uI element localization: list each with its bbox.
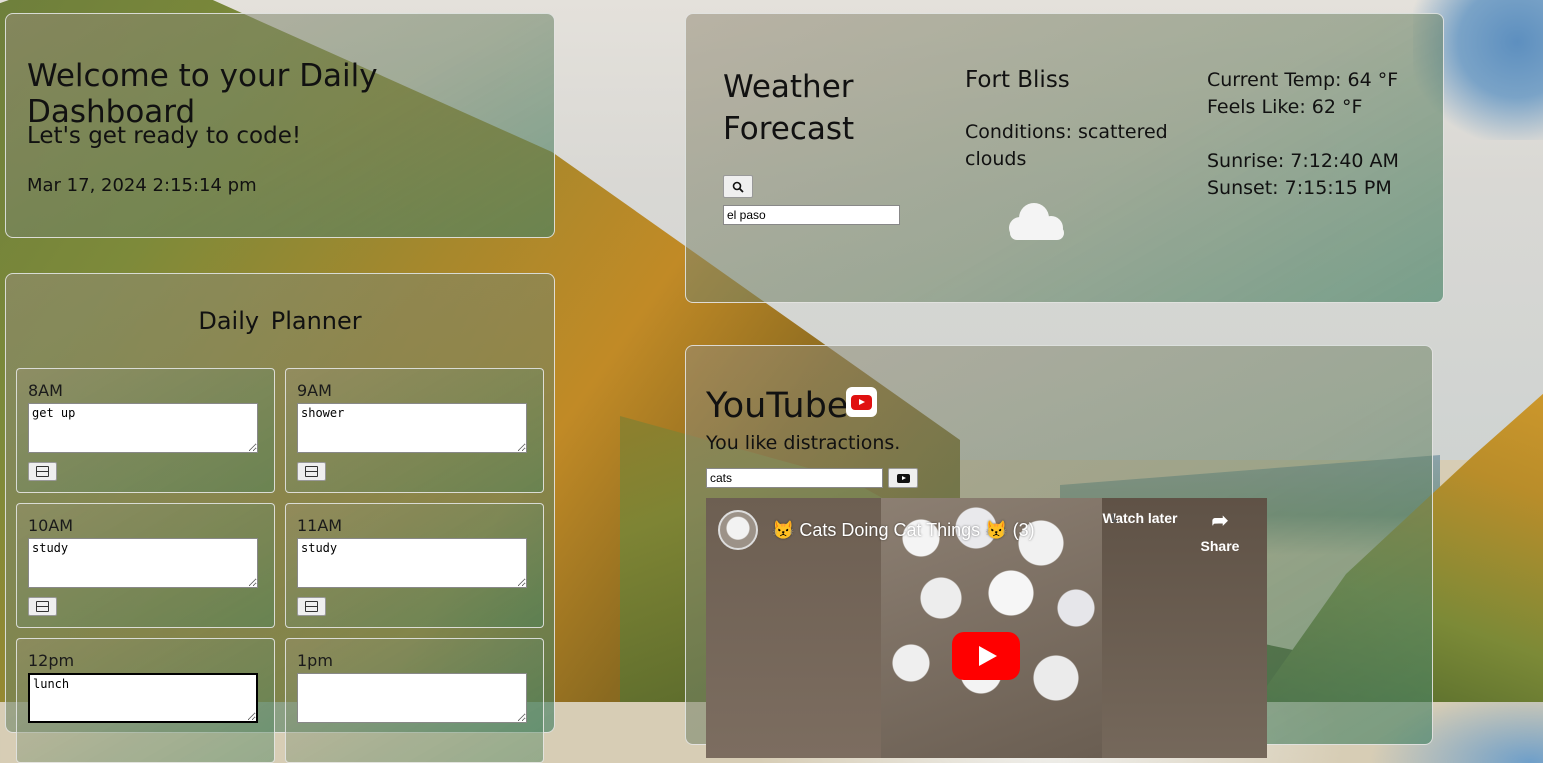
weather-panel: Weather Forecast Fort Bliss Conditions: …: [685, 13, 1444, 303]
save-button[interactable]: [28, 462, 57, 481]
youtube-play-icon: [896, 473, 910, 483]
slot-textarea[interactable]: lunch: [28, 673, 258, 723]
watch-later-button[interactable]: Watch later: [1100, 510, 1180, 526]
save-icon: [36, 466, 49, 477]
video-title[interactable]: 😾 Cats Doing Cat Things 😾 (3): [772, 520, 1035, 541]
slot-label: 11AM: [297, 516, 343, 535]
planner-slot-9am: 9AM shower: [285, 368, 544, 493]
youtube-title: YouTube: [706, 386, 849, 426]
slot-label: 8AM: [28, 381, 63, 400]
planner-slot-8am: 8AM get up: [16, 368, 275, 493]
feels-like: Feels Like: 62 °F: [1207, 96, 1363, 118]
slot-label: 1pm: [297, 651, 333, 670]
welcome-title: Welcome to your Daily Dashboard: [27, 58, 378, 130]
slot-label: 9AM: [297, 381, 332, 400]
weather-stats: Current Temp: 64 °F Feels Like: 62 °F Su…: [1207, 67, 1399, 202]
share-label: Share: [1200, 538, 1240, 554]
save-button[interactable]: [297, 597, 326, 616]
channel-avatar[interactable]: [718, 510, 758, 550]
daily-planner-panel: Daily Planner 8AM get up 9AM shower 10AM…: [5, 273, 555, 763]
weather-search-button[interactable]: [723, 175, 753, 198]
save-icon: [36, 601, 49, 612]
save-button[interactable]: [297, 462, 326, 481]
save-icon: [305, 601, 318, 612]
weather-title: Weather Forecast: [723, 69, 855, 147]
planner-slot-12pm: 12pm lunch: [16, 638, 275, 763]
share-button[interactable]: ➦ Share: [1180, 510, 1260, 554]
slot-label: 12pm: [28, 651, 75, 670]
weather-city: Fort Bliss: [965, 67, 1070, 93]
welcome-panel: Welcome to your Daily Dashboard Let's ge…: [5, 13, 555, 238]
video-player[interactable]: 😾 Cats Doing Cat Things 😾 (3) Watch late…: [706, 498, 1267, 758]
youtube-panel: YouTube You like distractions. 😾 Cats Do…: [685, 345, 1433, 758]
cloud-icon: [1009, 203, 1064, 240]
city-input[interactable]: [723, 205, 900, 225]
slot-textarea[interactable]: study: [297, 538, 527, 588]
planner-title: Daily Planner: [198, 307, 362, 335]
save-icon: [305, 466, 318, 477]
current-temp: Current Temp: 64 °F: [1207, 69, 1399, 91]
current-datetime: Mar 17, 2024 2:15:14 pm: [27, 175, 257, 196]
slot-textarea[interactable]: shower: [297, 403, 527, 453]
sunrise: Sunrise: 7:12:40 AM: [1207, 150, 1399, 172]
slot-textarea[interactable]: study: [28, 538, 258, 588]
save-button[interactable]: [28, 597, 57, 616]
share-icon: ➦: [1211, 510, 1229, 532]
slot-textarea[interactable]: [297, 673, 527, 723]
sunset: Sunset: 7:15:15 PM: [1207, 177, 1392, 199]
planner-slot-11am: 11AM study: [285, 503, 544, 628]
watch-later-label: Watch later: [1102, 510, 1178, 526]
planner-slot-10am: 10AM study: [16, 503, 275, 628]
youtube-search-button[interactable]: [888, 468, 918, 488]
welcome-subtitle: Let's get ready to code!: [27, 123, 302, 149]
play-button[interactable]: [952, 632, 1020, 680]
youtube-search-input[interactable]: [706, 468, 883, 488]
weather-conditions: Conditions: scattered clouds: [965, 121, 1168, 170]
slot-label: 10AM: [28, 516, 74, 535]
youtube-logo-icon: [846, 387, 877, 417]
planner-slot-1pm: 1pm: [285, 638, 544, 763]
magnifier-icon: [732, 181, 744, 193]
youtube-subtitle: You like distractions.: [706, 432, 901, 454]
slot-textarea[interactable]: get up: [28, 403, 258, 453]
